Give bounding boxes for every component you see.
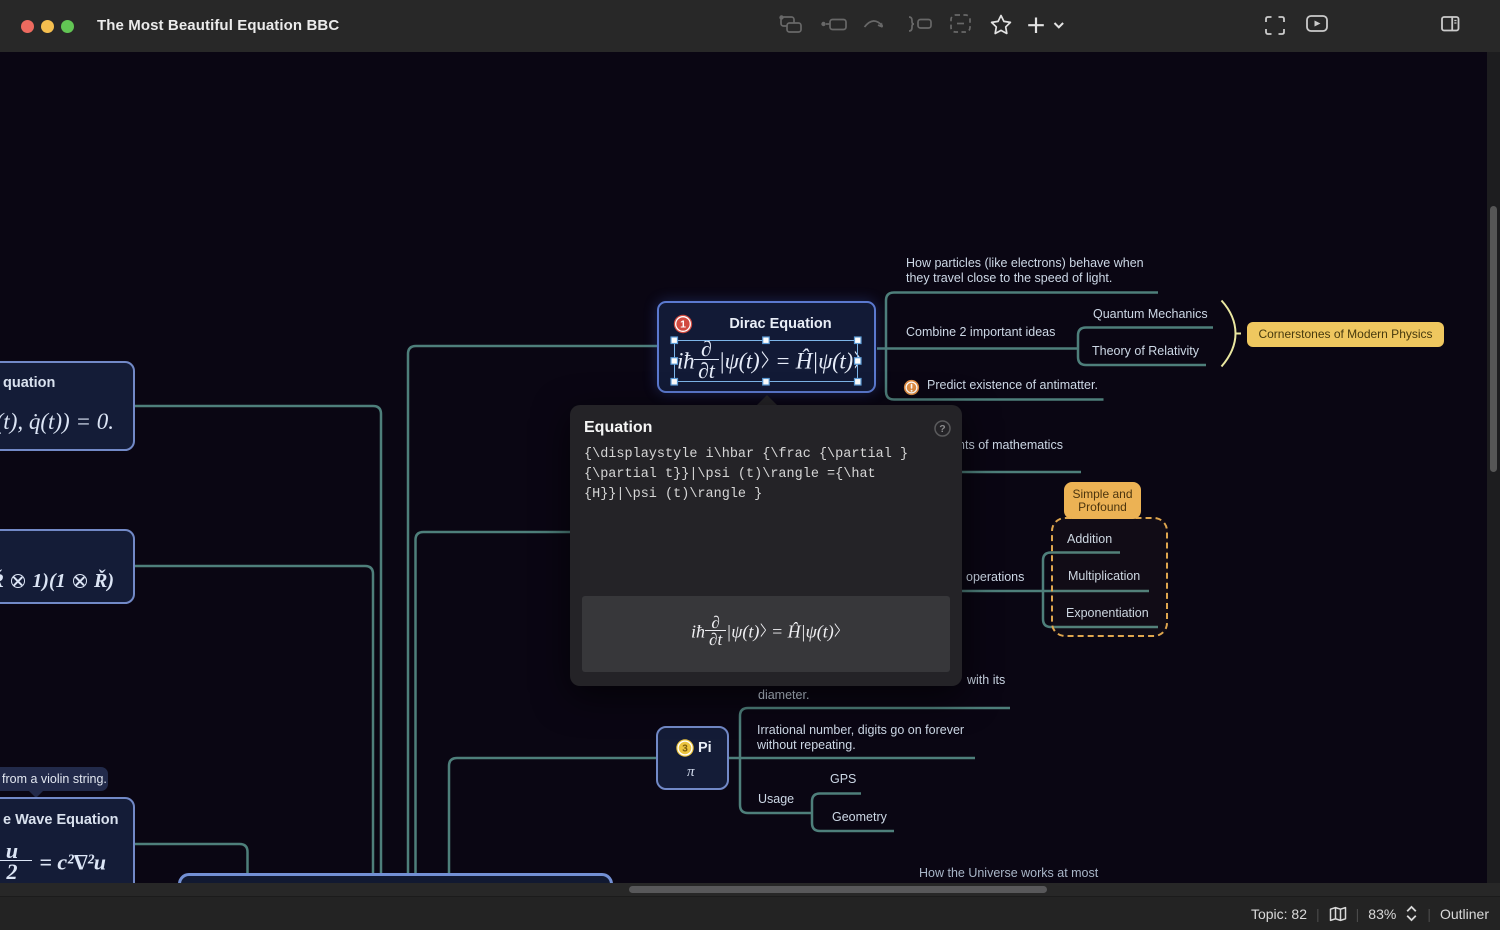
svg-text:3: 3: [682, 744, 688, 755]
svg-text:?: ?: [939, 423, 945, 435]
